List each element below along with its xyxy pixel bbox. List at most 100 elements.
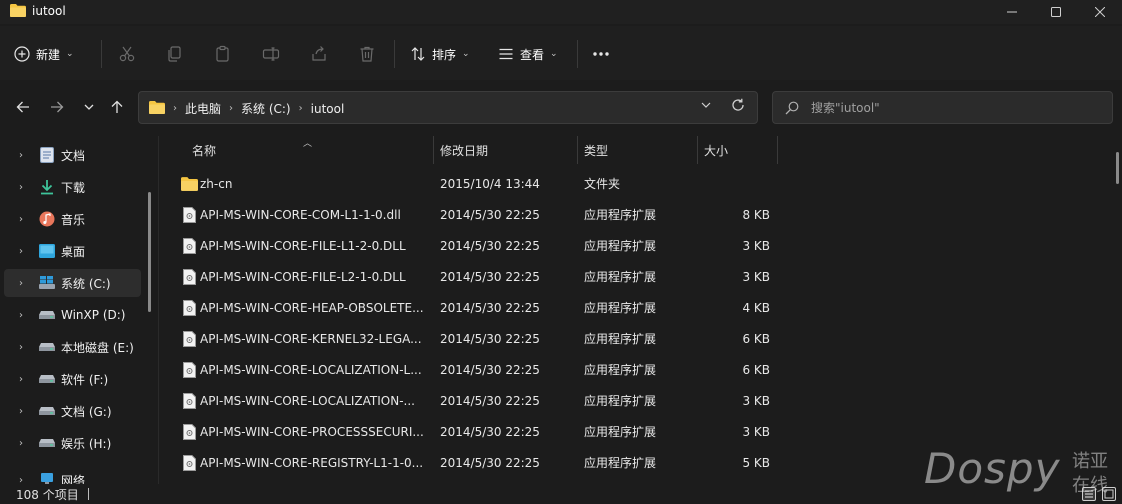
maximize-button[interactable] <box>1034 0 1078 24</box>
up-button[interactable] <box>106 96 128 118</box>
breadcrumb-item-iutool[interactable]: iutool <box>311 102 345 116</box>
file-row[interactable]: API-MS-WIN-CORE-HEAP-OBSOLETE... 2014/5/… <box>162 292 1102 323</box>
sidebar-item-downloads[interactable]: › 下载 <box>4 173 141 201</box>
file-name: API-MS-WIN-CORE-REGISTRY-L1-1-0... <box>200 455 424 470</box>
drive-icon <box>38 402 56 420</box>
toolbar-divider <box>101 40 102 68</box>
file-row[interactable]: API-MS-WIN-CORE-LOCALIZATION-... 2014/5/… <box>162 385 1102 416</box>
sidebar-item-documents-drive[interactable]: › 文档 (G:) <box>4 397 141 425</box>
address-history-button[interactable] <box>701 100 711 113</box>
sidebar-item-system-drive[interactable]: › 系统 (C:) <box>4 269 141 297</box>
chevron-right-icon[interactable]: › <box>19 246 23 257</box>
sidebar-item-winxp-drive[interactable]: › WinXP (D:) <box>4 301 141 329</box>
dll-file-icon <box>180 261 198 292</box>
column-resize-handle[interactable] <box>577 136 578 164</box>
file-type: 应用程序扩展 <box>584 239 657 253</box>
sidebar-item-label: 系统 (C:) <box>61 276 111 291</box>
dll-file-icon <box>180 447 198 478</box>
file-date: 2014/5/30 22:25 <box>440 331 540 346</box>
plus-circle-icon <box>14 46 30 62</box>
column-header-type[interactable]: 类型 <box>584 136 694 164</box>
sidebar-item-network[interactable]: › 网络 <box>4 466 141 486</box>
chevron-right-icon[interactable]: › <box>19 214 23 225</box>
sidebar-item-software-drive[interactable]: › 软件 (F:) <box>4 365 141 393</box>
column-header-date[interactable]: 修改日期 <box>440 136 576 164</box>
file-row[interactable]: API-MS-WIN-CORE-LOCALIZATION-L... 2014/5… <box>162 354 1102 385</box>
file-row[interactable]: API-MS-WIN-CORE-FILE-L2-1-0.DLL 2014/5/3… <box>162 261 1102 292</box>
rename-button[interactable] <box>260 43 282 65</box>
column-header-size[interactable]: 大小 <box>704 136 774 164</box>
pane-divider[interactable] <box>158 136 159 486</box>
search-input[interactable] <box>811 92 1101 123</box>
column-resize-handle[interactable] <box>433 136 434 164</box>
new-button[interactable]: 新建 ⌄ <box>14 41 74 67</box>
delete-button[interactable] <box>356 43 378 65</box>
sidebar-scrollbar[interactable] <box>148 192 151 312</box>
view-button[interactable]: 查看 ⌄ <box>498 43 558 65</box>
chevron-right-icon[interactable]: › <box>19 150 23 161</box>
file-name: API-MS-WIN-CORE-COM-L1-1-0.dll <box>200 207 401 222</box>
file-row-folder[interactable]: zh-cn 2015/10/4 13:44 文件夹 <box>162 168 1102 199</box>
view-label: 查看 <box>520 47 545 62</box>
download-icon <box>38 178 56 196</box>
dll-file-icon <box>180 385 198 416</box>
column-header-label: 类型 <box>584 143 609 158</box>
column-header-name[interactable]: 名称 <box>192 136 432 164</box>
sort-label: 排序 <box>432 47 457 62</box>
sidebar-item-label: 桌面 <box>61 244 86 259</box>
chevron-right-icon[interactable]: › <box>19 182 23 193</box>
chevron-right-icon[interactable]: › <box>19 438 23 449</box>
sidebar-item-local-disk[interactable]: › 本地磁盘 (E:) <box>4 333 141 361</box>
forward-button[interactable] <box>46 96 68 118</box>
sidebar-item-documents[interactable]: › 文档 <box>4 141 141 169</box>
file-type: 应用程序扩展 <box>584 425 657 439</box>
minimize-button[interactable] <box>990 0 1034 24</box>
back-button[interactable] <box>12 96 34 118</box>
file-list-scrollbar[interactable] <box>1116 152 1119 184</box>
column-header-label: 修改日期 <box>440 143 489 158</box>
chevron-right-icon[interactable]: › <box>19 374 23 385</box>
breadcrumb-item-this-pc[interactable]: 此电脑 <box>185 100 221 117</box>
sidebar-item-entertainment-drive[interactable]: › 娱乐 (H:) <box>4 429 141 457</box>
column-resize-handle[interactable] <box>697 136 698 164</box>
cut-button[interactable] <box>116 43 138 65</box>
sidebar-item-desktop[interactable]: › 桌面 <box>4 237 141 265</box>
refresh-button[interactable] <box>731 98 745 116</box>
close-button[interactable] <box>1078 0 1122 24</box>
dll-file-icon <box>180 199 198 230</box>
command-bar: 新建 ⌄ 排序 ⌄ 查看 ⌄ <box>0 26 1122 80</box>
navigation-pane: › 文档 › 下载 › 音乐 › 桌面 › 系统 (C:) › WinXP (D… <box>0 136 158 486</box>
view-icon <box>499 48 513 60</box>
chevron-right-icon[interactable]: › <box>19 278 23 289</box>
chevron-down-icon <box>701 102 711 108</box>
sidebar-item-music[interactable]: › 音乐 <box>4 205 141 233</box>
navigation-bar: › 此电脑 › 系统 (C:) › iutool <box>0 82 1122 132</box>
search-box[interactable] <box>772 91 1113 124</box>
file-type: 应用程序扩展 <box>584 208 657 222</box>
sort-button[interactable]: 排序 ⌄ <box>410 43 470 65</box>
documents-icon <box>38 146 56 164</box>
chevron-right-icon[interactable]: › <box>19 406 23 417</box>
address-bar[interactable]: › 此电脑 › 系统 (C:) › iutool <box>138 91 758 124</box>
chevron-right-icon[interactable]: › <box>19 342 23 353</box>
column-resize-handle[interactable] <box>777 136 778 164</box>
file-date: 2014/5/30 22:25 <box>440 300 540 315</box>
watermark-text: 诺亚 在线 <box>1072 451 1108 496</box>
file-row[interactable]: API-MS-WIN-CORE-COM-L1-1-0.dll 2014/5/30… <box>162 199 1102 230</box>
share-button[interactable] <box>308 43 330 65</box>
breadcrumb-item-system-drive[interactable]: 系统 (C:) <box>241 100 291 117</box>
desktop-icon <box>38 242 56 260</box>
file-date: 2014/5/30 22:25 <box>440 362 540 377</box>
paste-button[interactable] <box>212 43 234 65</box>
file-row[interactable]: API-MS-WIN-CORE-PROCESSSECURI... 2014/5/… <box>162 416 1102 447</box>
breadcrumb: › 此电脑 › 系统 (C:) › iutool <box>173 100 344 117</box>
recent-locations-button[interactable] <box>78 96 100 118</box>
more-button[interactable] <box>590 43 612 65</box>
file-type: 文件夹 <box>584 177 621 191</box>
chevron-right-icon[interactable]: › <box>19 310 23 321</box>
file-row[interactable]: API-MS-WIN-CORE-KERNEL32-LEGA... 2014/5/… <box>162 323 1102 354</box>
file-row[interactable]: API-MS-WIN-CORE-FILE-L1-2-0.DLL 2014/5/3… <box>162 230 1102 261</box>
file-type: 应用程序扩展 <box>584 270 657 284</box>
copy-button[interactable] <box>164 43 186 65</box>
sidebar-item-label: 文档 <box>61 148 86 163</box>
